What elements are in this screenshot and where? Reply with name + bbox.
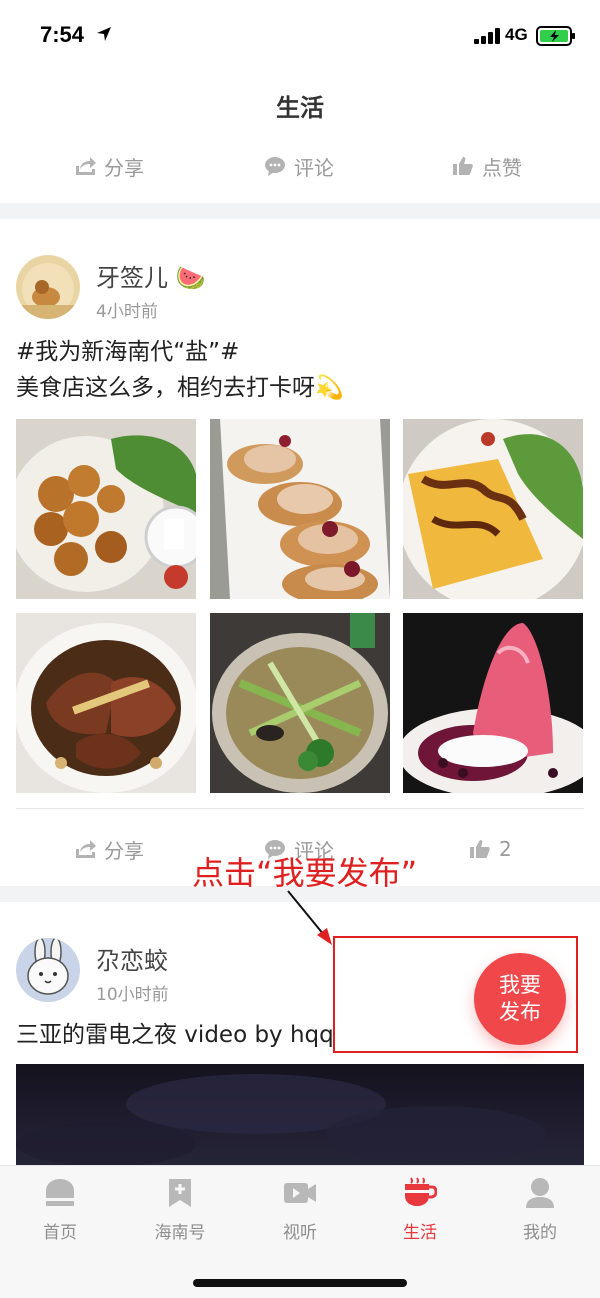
- tab-audio-video[interactable]: 视听: [255, 1176, 345, 1243]
- share-label: 分享: [104, 155, 144, 180]
- post-photo-braised-pork[interactable]: [16, 613, 196, 793]
- video-thumbnail: [16, 1074, 546, 1166]
- food-photo: [403, 419, 583, 599]
- home-indicator[interactable]: [193, 1279, 407, 1287]
- comment-label: 评论: [294, 155, 334, 180]
- tab-mine[interactable]: 我的: [495, 1176, 585, 1243]
- fab-label-line2: 发布: [499, 1000, 541, 1024]
- thumbs-up-icon: [453, 157, 473, 175]
- avatar[interactable]: [16, 255, 80, 319]
- share-icon: [76, 157, 96, 175]
- post-photo-red-dessert[interactable]: [403, 613, 583, 793]
- comment-icon: [265, 157, 285, 176]
- status-time: 7:54: [40, 22, 85, 47]
- avatar-image: [16, 938, 80, 1002]
- tab-label: 我的: [523, 1223, 557, 1243]
- food-photo: [210, 419, 390, 599]
- tab-label: 海南号: [154, 1223, 206, 1243]
- avatar-image: [16, 255, 80, 319]
- comment-button[interactable]: 评论: [264, 146, 334, 186]
- section-separator: [0, 203, 600, 219]
- food-photo: [16, 613, 196, 793]
- network-type: 4G: [505, 25, 528, 44]
- share-label: 分享: [104, 838, 144, 863]
- home-icon: [46, 1179, 74, 1206]
- cup-icon: [405, 1177, 437, 1206]
- post-username[interactable]: 尕恋蛟: [96, 941, 168, 976]
- like-button[interactable]: 点赞: [452, 146, 522, 186]
- watermelon-emoji-icon: 🍉: [175, 264, 206, 292]
- like-label: 点赞: [482, 155, 522, 180]
- post-username[interactable]: 牙签儿 🍉: [96, 258, 206, 293]
- post-photo-bruschetta[interactable]: [210, 419, 390, 599]
- post-time: 10小时前: [96, 985, 169, 1005]
- page-title: 生活: [276, 94, 324, 122]
- person-icon: [526, 1178, 554, 1208]
- location-arrow-icon: [97, 27, 111, 41]
- avatar[interactable]: [16, 938, 80, 1002]
- post-text-line: #我为新海南代“盐”#: [16, 339, 240, 365]
- post-time: 4小时前: [96, 302, 158, 322]
- status-bar: 7:54 4G: [0, 0, 600, 70]
- food-photo: [210, 613, 390, 793]
- tab-life[interactable]: 生活: [375, 1176, 465, 1243]
- video-icon: [284, 1183, 316, 1203]
- tab-home[interactable]: 首页: [15, 1176, 105, 1243]
- tab-label: 视听: [283, 1223, 317, 1243]
- username-text: 牙签儿: [96, 264, 168, 292]
- post-text-line: 美食店这么多，相约去打卡呀💫: [16, 375, 344, 401]
- tab-hainan-account[interactable]: 海南号: [135, 1176, 225, 1243]
- post-text-line: 三亚的雷电之夜 video by hqq: [16, 1022, 334, 1048]
- like-count: 2: [499, 837, 512, 861]
- post-photo-omelette[interactable]: [403, 419, 583, 599]
- top-action-bar: 分享 评论 点赞: [0, 146, 600, 186]
- food-photo: [16, 419, 196, 599]
- fab-label-line1: 我要: [499, 973, 541, 997]
- post-like-button[interactable]: 2: [469, 829, 512, 869]
- tab-label: 生活: [403, 1223, 437, 1243]
- bookmark-icon: [169, 1179, 191, 1207]
- post-photo-fried-chicken[interactable]: [16, 419, 196, 599]
- post-divider: [16, 808, 584, 809]
- publish-fab-button[interactable]: 我要 发布: [474, 953, 566, 1045]
- share-icon: [76, 840, 96, 858]
- tab-label: 首页: [43, 1223, 77, 1243]
- post-photo-vegetable-stew[interactable]: [210, 613, 390, 793]
- thumbs-up-icon: [470, 840, 490, 858]
- post-video[interactable]: [16, 1064, 584, 1168]
- post-share-button[interactable]: 分享: [74, 829, 144, 869]
- battery-charging-icon: [536, 26, 575, 46]
- signal-icon: [474, 28, 500, 44]
- share-button[interactable]: 分享: [74, 146, 144, 186]
- food-photo: [403, 613, 583, 793]
